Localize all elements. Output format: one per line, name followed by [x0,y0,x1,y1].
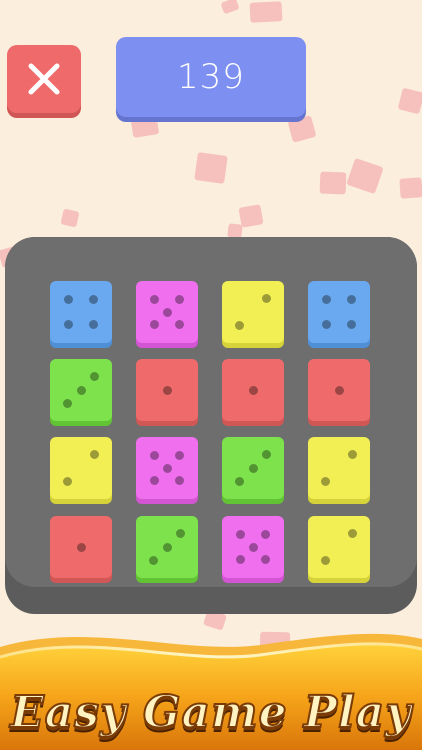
die-pip [64,295,74,305]
die-pip [174,319,184,329]
die-pip [236,554,246,564]
die-red-1[interactable] [136,359,198,421]
banner-title: Easy Game Play [9,686,412,739]
die-pip [88,319,98,329]
die-pip [176,528,186,538]
confetti-square [319,171,347,195]
die-yellow-2[interactable] [308,516,370,578]
die-pip [248,542,258,552]
die-pip [150,451,160,461]
die-pip [348,449,358,459]
die-pip [76,542,86,552]
die-pip [262,449,272,459]
die-pip [88,295,98,305]
die-red-1[interactable] [50,516,112,578]
die-pip [162,307,172,317]
confetti-square [287,115,317,143]
die-pip [62,477,72,487]
die-pip [260,530,270,540]
die-green-3[interactable] [50,359,112,421]
die-pip [234,321,244,331]
die-magenta-5[interactable] [222,516,284,578]
die-pip [64,319,74,329]
die-magenta-5[interactable] [136,437,198,499]
score-value: 139 [177,57,245,97]
die-pip [148,556,158,566]
close-button[interactable] [7,45,81,113]
die-pip [90,449,100,459]
die-pip [262,293,272,303]
close-icon [28,63,60,95]
die-red-1[interactable] [222,359,284,421]
die-pip [248,385,258,395]
die-pip [150,295,160,305]
confetti-square [130,116,160,138]
die-pip [90,371,100,381]
die-pip [150,319,160,329]
confetti-square [238,204,264,228]
die-pip [322,319,332,329]
confetti-square [346,157,384,195]
die-pip [76,385,86,395]
die-pip [174,451,184,461]
confetti-square [194,152,228,184]
die-pip [320,556,330,566]
die-yellow-2[interactable] [308,437,370,499]
die-pip [334,385,344,395]
die-pip [260,554,270,564]
die-pip [322,295,332,305]
confetti-square [399,177,422,199]
die-pip [248,463,258,473]
confetti-square [60,208,80,228]
die-pip [162,542,172,552]
die-pip [162,385,172,395]
confetti-square [220,0,240,15]
die-pip [346,295,356,305]
die-yellow-2[interactable] [50,437,112,499]
die-pip [150,475,160,485]
die-pip [346,319,356,329]
score-display: 139 [116,37,306,117]
die-green-3[interactable] [222,437,284,499]
die-pip [348,528,358,538]
confetti-square [249,1,283,23]
die-pip [234,477,244,487]
die-pip [174,475,184,485]
die-green-3[interactable] [136,516,198,578]
die-blue-4[interactable] [50,281,112,343]
die-pip [174,295,184,305]
die-magenta-5[interactable] [136,281,198,343]
die-red-1[interactable] [308,359,370,421]
die-pip [320,477,330,487]
die-pip [162,463,172,473]
bottom-banner: Easy Game Play [0,625,422,750]
confetti-square [397,87,422,115]
die-blue-4[interactable] [308,281,370,343]
die-pip [236,530,246,540]
die-pip [62,399,72,409]
die-yellow-2[interactable] [222,281,284,343]
